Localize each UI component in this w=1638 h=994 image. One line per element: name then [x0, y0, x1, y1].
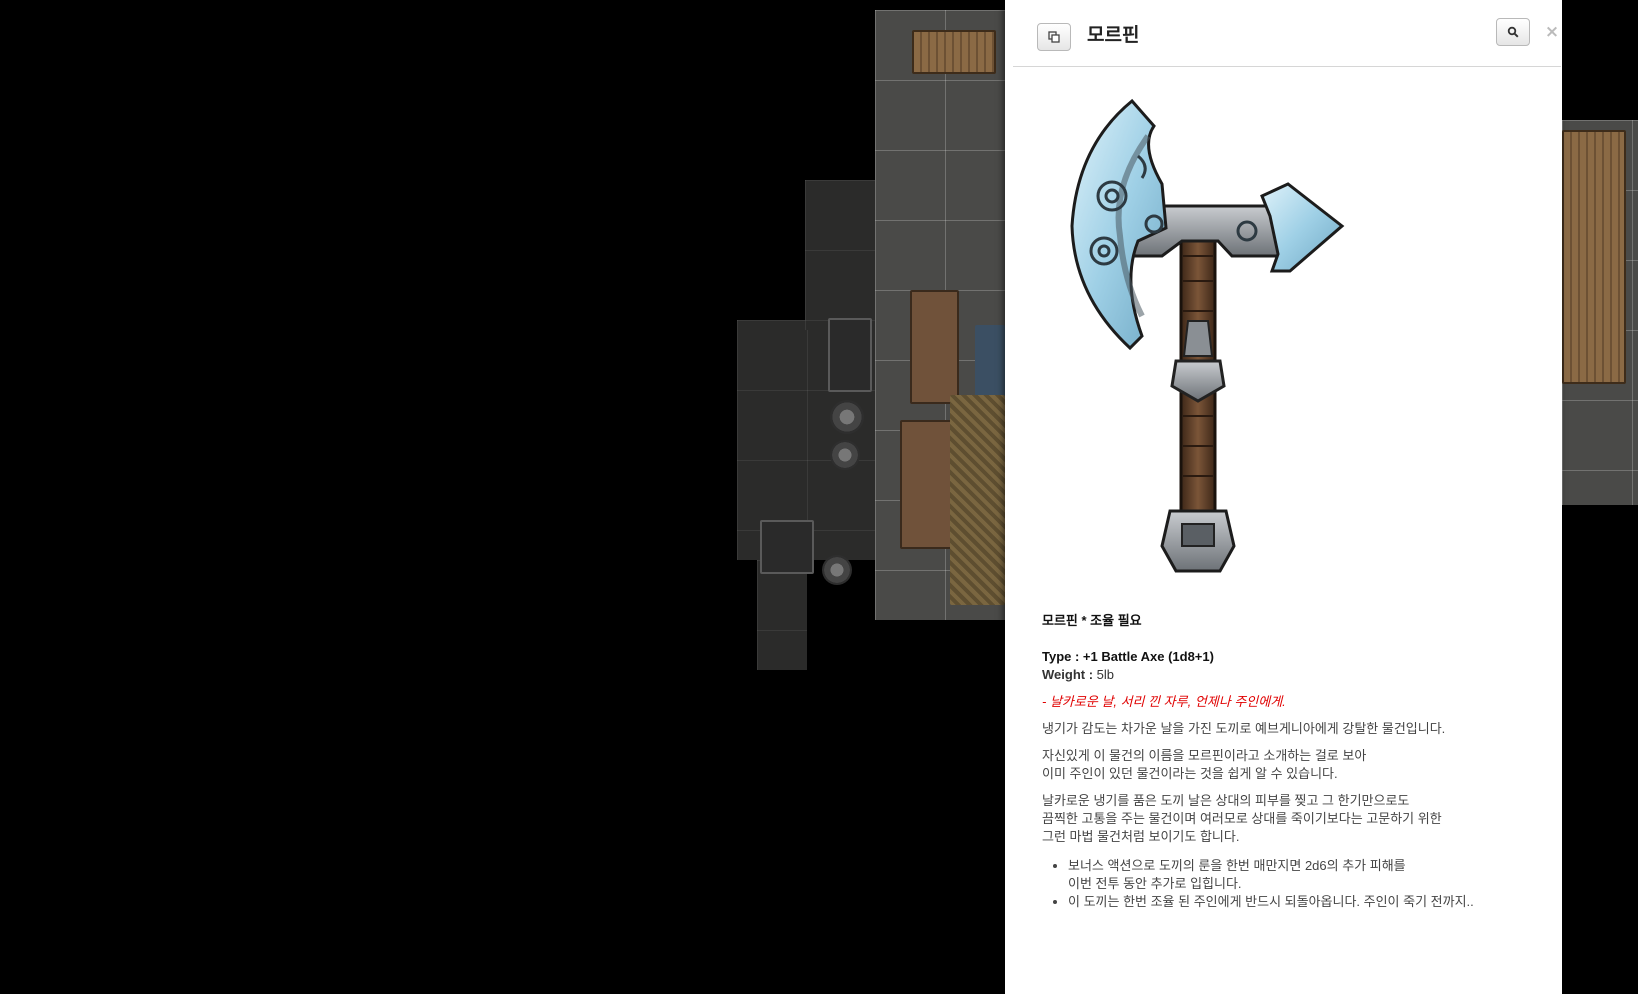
list-item: 이 도끼는 한번 조율 된 주인에게 반드시 되돌아옵니다. 주인이 죽기 전까… — [1068, 893, 1474, 911]
item-motto: - 날카로운 날, 서리 낀 자루, 언제나 주인에게. — [1042, 694, 1286, 709]
map-water — [975, 325, 1005, 405]
map-barrel — [830, 400, 864, 434]
dialog-title: 모르핀 — [1087, 25, 1140, 46]
map-crate — [912, 30, 996, 74]
map-shelf — [828, 318, 872, 392]
map-room-shadow — [757, 560, 807, 670]
weight-label: Weight : — [1042, 667, 1097, 682]
description-paragraph: 냉기가 감도는 차가운 날을 가진 도끼로 예브게니아에게 강탈한 물건입니다. — [1042, 721, 1446, 736]
feature-list: 보너스 액션으로 도끼의 룬을 한번 매만지면 2d6의 추가 피해를 이번 전… — [1042, 857, 1474, 911]
item-weight: Weight : 5lb — [1042, 666, 1114, 684]
weight-value: 5lb — [1096, 667, 1114, 682]
map-table — [910, 290, 959, 404]
map-crate — [1562, 130, 1626, 384]
popout-button[interactable] — [1037, 23, 1071, 51]
map-rug — [950, 395, 1005, 605]
map-barrel — [830, 440, 860, 470]
list-item: 보너스 액션으로 도끼의 룬을 한번 매만지면 2d6의 추가 피해를 이번 전… — [1068, 857, 1474, 893]
map-table — [900, 420, 954, 549]
zoom-button[interactable] — [1496, 18, 1530, 46]
handout-dialog: 모르핀 × 모르핀 * 조율 필요 Type: +1 Battle Axe (… — [1005, 0, 1562, 994]
close-icon[interactable]: × — [1544, 24, 1560, 41]
item-heading: 모르핀 * 조율 필요 — [1042, 613, 1142, 628]
dialog-header: 모르핀 × — [1013, 0, 1561, 67]
search-icon — [1507, 26, 1519, 38]
map-shelf — [760, 520, 814, 574]
map-barrel — [822, 555, 852, 585]
app-stage: 모르핀 × 모르핀 * 조율 필요 Type: +1 Battle Axe (… — [0, 0, 1638, 994]
description-paragraph: 날카로운 냉기를 품은 도끼 날은 상대의 피부를 찢고 그 한기만으로도 끔찍… — [1042, 793, 1442, 844]
map-canvas[interactable] — [0, 0, 1638, 994]
description-paragraph: 자신있게 이 물건의 이름을 모르핀이라고 소개하는 걸로 보아 이미 주인이 … — [1042, 748, 1367, 781]
battle-axe-image — [1042, 66, 1392, 586]
item-type: Type : +1 Battle Axe (1d8+1) — [1042, 649, 1214, 664]
handout-content: 모르핀 * 조율 필요 Type : +1 Battle Axe (1d8+1)… — [1042, 66, 1542, 909]
popout-icon — [1048, 31, 1060, 43]
